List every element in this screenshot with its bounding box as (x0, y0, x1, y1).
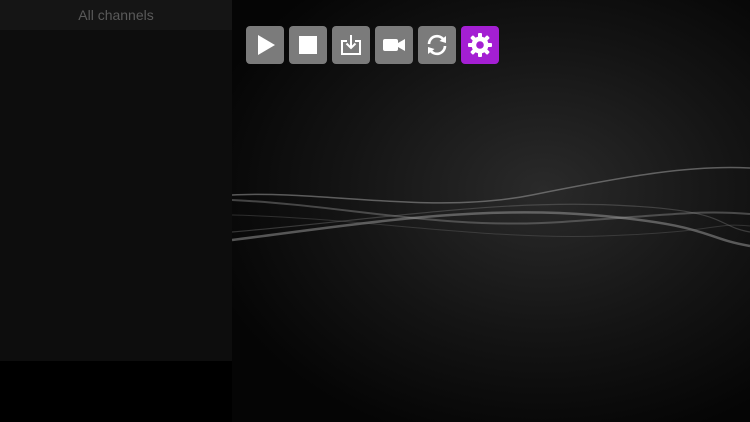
refresh-button[interactable] (418, 26, 456, 64)
refresh-icon (427, 34, 447, 56)
app-window: All channels (0, 0, 750, 422)
gear-icon (468, 33, 492, 57)
channel-sidebar: All channels (0, 0, 232, 361)
play-button[interactable] (246, 26, 284, 64)
all-channels-header[interactable]: All channels (0, 0, 232, 30)
settings-button[interactable] (461, 26, 499, 64)
download-button[interactable] (332, 26, 370, 64)
stop-button[interactable] (289, 26, 327, 64)
stop-icon (299, 36, 317, 54)
download-icon (341, 35, 361, 55)
video-camera-icon (383, 39, 405, 51)
toolbar (246, 26, 499, 64)
record-button[interactable] (375, 26, 413, 64)
play-icon (258, 35, 275, 55)
